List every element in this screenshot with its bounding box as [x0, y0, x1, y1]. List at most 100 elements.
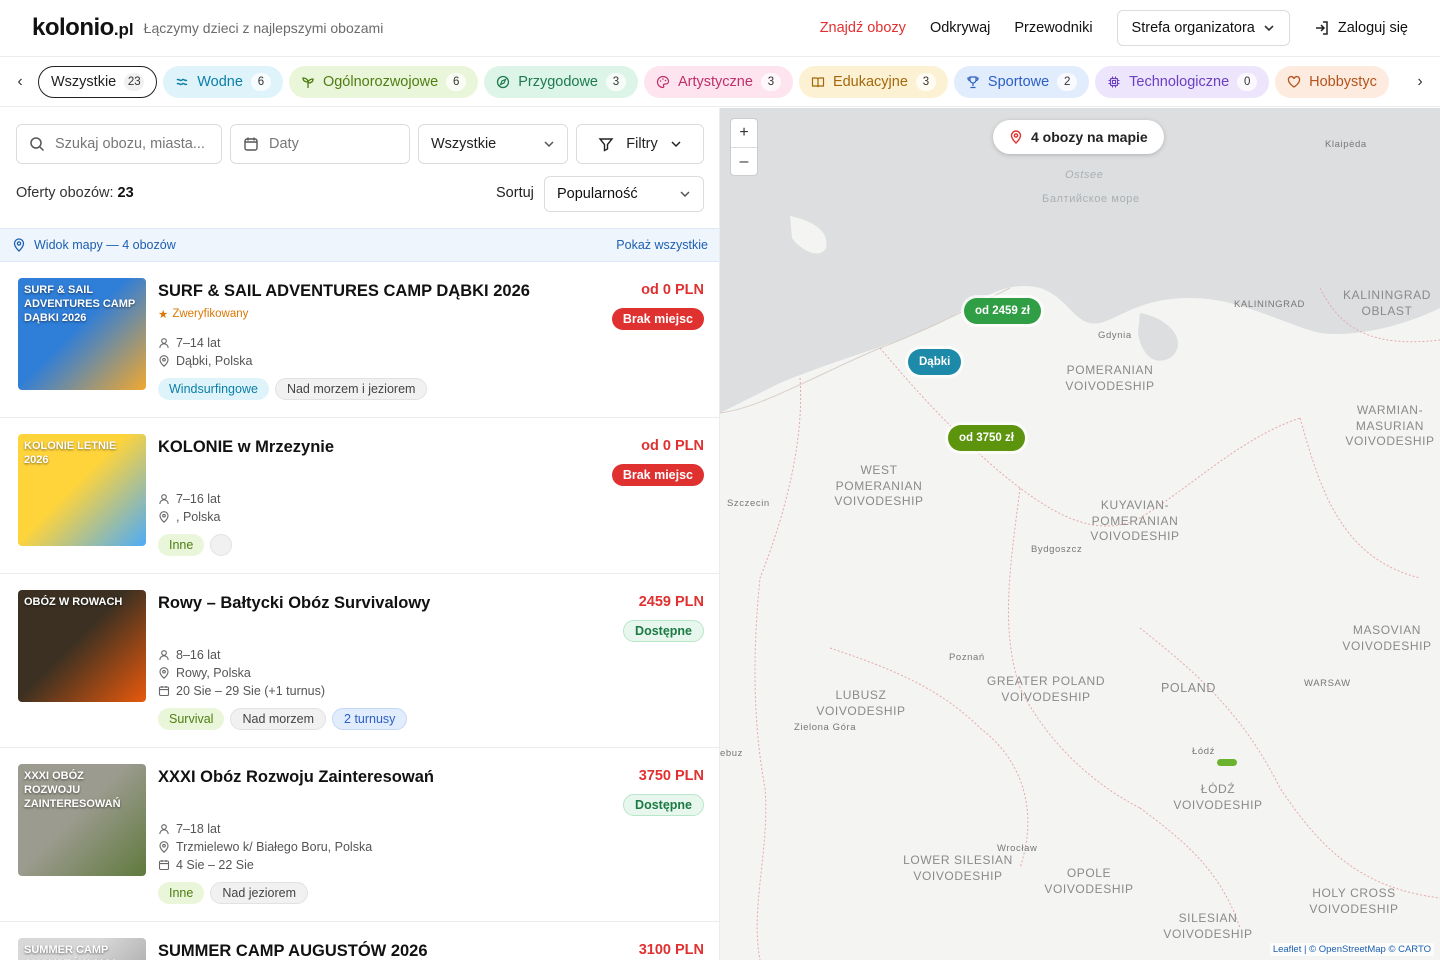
dates-text: 4 Sie – 22 Sie — [176, 858, 254, 872]
camp-card[interactable]: SUMMER CAMP AUGUSTÓW 2026 SUMMER CAMP AU… — [0, 922, 719, 960]
category-chip[interactable]: Wszystkie 23 — [38, 65, 158, 98]
category-label: Technologiczne — [1129, 73, 1230, 90]
category-chip[interactable]: Hobbystyc — [1275, 65, 1389, 98]
camp-price: od 0 PLN — [641, 438, 704, 454]
scroll-left-button[interactable]: ‹ — [8, 70, 32, 94]
sort-value: Popularność — [557, 186, 638, 202]
organizer-zone-button[interactable]: Strefa organizatora — [1116, 10, 1290, 46]
camp-tag: Inne — [158, 534, 205, 556]
category-strip: ‹ Wszystkie 23 Wodne 6 Ogólnorozwojowe 6 Przyg… — [0, 57, 1440, 107]
camp-title[interactable]: Rowy – Bałtycki Obóz Survivalowy — [158, 594, 430, 613]
map-label: Gdynia — [1098, 330, 1132, 341]
cpu-icon — [1108, 76, 1120, 87]
thumbnail-text: SURF & SAIL ADVENTURES CAMP DĄBKI 2026 — [24, 284, 136, 324]
map-label: Klaipėda — [1325, 139, 1367, 150]
nav-find-camps[interactable]: Znajdź obozy — [820, 20, 906, 36]
category-chip[interactable]: Sportowe 2 — [953, 65, 1090, 98]
category-chip[interactable]: Wodne 6 — [163, 65, 283, 98]
camp-age: 8–16 lat — [158, 648, 220, 662]
results-panel: Szukaj obozu, miasta... Daty Wszystkie F… — [0, 108, 720, 960]
camp-tags: Survival Nad morzem 2 turnusy — [158, 708, 408, 730]
results-count: Oferty obozów: 23 — [16, 185, 134, 201]
logo-text: kolonio — [32, 14, 114, 41]
category-count: 2 — [1057, 72, 1078, 91]
type-value: Wszystkie — [431, 136, 497, 152]
category-chip[interactable]: Edukacyjne 3 — [798, 65, 948, 98]
search-icon — [30, 137, 45, 152]
camp-tag: 2 turnusy — [332, 708, 408, 730]
map-label: WARMIAN-MASURIAN VOIVODESHIP — [1345, 403, 1435, 449]
camp-title[interactable]: KOLONIE w Mrzezynie — [158, 438, 334, 457]
zoom-out-button[interactable]: – — [731, 147, 757, 175]
nav-discover[interactable]: Odkrywaj — [930, 20, 990, 36]
camp-age: 7–18 lat — [158, 822, 220, 836]
map-label: Zielona Góra — [794, 722, 857, 733]
location-text: , Polska — [176, 510, 221, 524]
camp-thumbnail[interactable]: XXXI OBÓZ ROZWOJU ZAINTERESOWAŃ — [18, 764, 146, 876]
map-marker[interactable]: od 3750 zł — [948, 425, 1025, 451]
type-select[interactable]: Wszystkie — [418, 124, 568, 164]
camp-thumbnail[interactable]: OBÓZ W ROWACH — [18, 590, 146, 702]
map-marker[interactable]: od 2459 zł — [964, 298, 1041, 324]
dates-input[interactable]: Daty — [230, 124, 410, 164]
attribution-text[interactable]: Leaflet | © OpenStreetMap © CARTO — [1273, 944, 1431, 955]
camp-location: Rowy, Polska — [158, 666, 251, 680]
map-label: Ostsee — [1065, 169, 1104, 181]
map-panel[interactable]: Ostsee Балтийское море Klaipėda KALININGRAD… — [720, 108, 1440, 960]
category-label: Ogólnorozwojowe — [322, 73, 439, 90]
scroll-right-button[interactable]: › — [1408, 69, 1432, 94]
map-label: KALININGRAD — [1234, 299, 1306, 310]
camp-thumbnail[interactable]: KOLONIE LETNIE 2026 — [18, 434, 146, 546]
search-input[interactable]: Szukaj obozu, miasta... — [16, 124, 222, 164]
calendar-icon — [158, 860, 170, 871]
camp-price: 3750 PLN — [638, 768, 704, 784]
thumbnail-text: KOLONIE LETNIE 2026 — [24, 440, 117, 466]
camp-dates: 4 Sie – 22 Sie — [158, 858, 254, 872]
location-text: Rowy, Polska — [176, 666, 251, 680]
sort-select[interactable]: Popularność — [544, 176, 704, 212]
nav-guides[interactable]: Przewodniki — [1014, 20, 1092, 36]
category-count: 3 — [915, 72, 936, 91]
camp-title[interactable]: SURF & SAIL ADVENTURES CAMP DĄBKI 2026 — [158, 282, 530, 301]
category-chip[interactable]: Technologiczne 0 — [1095, 65, 1270, 98]
camp-card[interactable]: KOLONIE LETNIE 2026 KOLONIE w Mrzezynie 7… — [0, 418, 719, 574]
map-marker[interactable]: Dąbki — [908, 349, 962, 375]
results-number: 23 — [117, 185, 134, 201]
waves-icon — [176, 78, 188, 85]
filter-icon — [598, 138, 614, 152]
category-chip[interactable]: Przygodowe 3 — [484, 65, 638, 98]
map-label: WEST POMERANIAN VOIVODESHIP — [834, 463, 924, 509]
logo[interactable]: kolonio .pl — [32, 14, 134, 42]
calendar-icon — [158, 686, 170, 697]
camp-thumbnail[interactable]: SUMMER CAMP AUGUSTÓW 2026 — [18, 938, 146, 960]
camp-title[interactable]: SUMMER CAMP AUGUSTÓW 2026 — [158, 942, 428, 960]
camp-card[interactable]: XXXI OBÓZ ROZWOJU ZAINTERESOWAŃ XXXI Obó… — [0, 748, 719, 922]
category-label: Hobbystyc — [1309, 73, 1377, 90]
camp-title[interactable]: XXXI Obóz Rozwoju Zainteresowań — [158, 768, 434, 787]
camp-thumbnail[interactable]: SURF & SAIL ADVENTURES CAMP DĄBKI 2026 — [18, 278, 146, 390]
palette-icon — [656, 75, 670, 88]
camp-card[interactable]: SURF & SAIL ADVENTURES CAMP DĄBKI 2026 S… — [0, 262, 719, 418]
login-button[interactable]: Zaloguj się — [1314, 20, 1408, 36]
location-text: Trzmielewo k/ Białego Boru, Polska — [176, 840, 373, 854]
zoom-in-button[interactable]: + — [731, 119, 757, 147]
availability-badge: Brak miejsc — [611, 464, 704, 486]
map-label: Łódź — [1192, 746, 1216, 757]
category-count: 23 — [124, 72, 145, 91]
map-view-label: Widok mapy — 4 obozów — [34, 238, 176, 252]
category-chip[interactable]: Ogólnorozwojowe 6 — [288, 65, 479, 98]
show-all-link[interactable]: Pokaż wszystkie — [616, 238, 708, 252]
filters-button[interactable]: Filtry — [576, 124, 704, 164]
tagline: Łączymy dzieci z najlepszymi obozami — [143, 20, 384, 36]
trophy-icon — [967, 75, 979, 88]
category-chip[interactable]: Artystyczne 3 — [644, 65, 793, 98]
person-icon — [159, 650, 169, 661]
location-pin-icon — [159, 841, 169, 853]
location-pin-icon — [159, 667, 169, 679]
age-text: 7–18 lat — [176, 822, 221, 836]
map-label: Bydgoszcz — [1031, 544, 1083, 555]
camp-card[interactable]: OBÓZ W ROWACH Rowy – Bałtycki Obóz Survi… — [0, 574, 719, 748]
star-icon: ★ — [158, 309, 169, 321]
map-pin-icon — [1010, 130, 1022, 144]
book-icon — [811, 76, 825, 87]
